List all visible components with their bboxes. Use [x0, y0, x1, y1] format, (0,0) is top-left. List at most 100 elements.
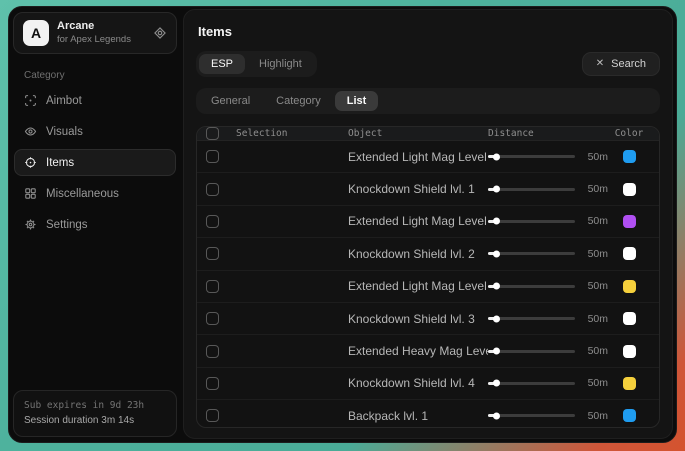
- column-header-selection: Selection: [236, 128, 348, 139]
- toolbar: ESP Highlight ✕ Search: [196, 51, 660, 77]
- color-swatch[interactable]: [623, 280, 636, 293]
- sidebar-item-label: Miscellaneous: [46, 188, 119, 200]
- color-cell: [608, 150, 650, 163]
- table-row: Extended Light Mag Level 2 50m: [197, 141, 659, 173]
- color-swatch[interactable]: [623, 183, 636, 196]
- distance-slider[interactable]: [488, 285, 575, 288]
- distance-slider[interactable]: [488, 382, 575, 385]
- color-cell: [608, 377, 650, 390]
- table-row: Extended Light Mag Level 4 50m: [197, 271, 659, 303]
- slider-thumb[interactable]: [493, 250, 500, 257]
- row-checkbox[interactable]: [206, 312, 219, 325]
- color-cell: [608, 312, 650, 325]
- row-checkbox[interactable]: [206, 215, 219, 228]
- column-header-distance: Distance: [488, 128, 608, 139]
- app-subtitle: for Apex Legends: [57, 34, 131, 46]
- aimbot-icon: [24, 94, 37, 107]
- color-swatch[interactable]: [623, 247, 636, 260]
- distance-cell: 50m: [488, 248, 608, 260]
- color-swatch[interactable]: [623, 312, 636, 325]
- distance-cell: 50m: [488, 377, 608, 389]
- row-checkbox[interactable]: [206, 150, 219, 163]
- table-row: Extended Heavy Mag Level 1 50m: [197, 335, 659, 367]
- table-row: Knockdown Shield lvl. 4 50m: [197, 368, 659, 400]
- tab-category[interactable]: Category: [264, 91, 333, 111]
- distance-slider[interactable]: [488, 188, 575, 191]
- table-row: Knockdown Shield lvl. 1 50m: [197, 173, 659, 205]
- sidebar-item-aimbot[interactable]: Aimbot: [14, 87, 176, 114]
- color-cell: [608, 215, 650, 228]
- color-swatch[interactable]: [623, 409, 636, 422]
- slider-thumb[interactable]: [493, 315, 500, 322]
- slider-thumb[interactable]: [493, 348, 500, 355]
- items-icon: [24, 156, 37, 169]
- mode-tabs: ESP Highlight: [196, 51, 317, 77]
- category-label: Category: [24, 70, 178, 81]
- sidebar-item-visuals[interactable]: Visuals: [14, 118, 176, 145]
- distance-slider[interactable]: [488, 220, 575, 223]
- slider-thumb[interactable]: [493, 412, 500, 419]
- tab-list[interactable]: List: [335, 91, 379, 111]
- color-cell: [608, 409, 650, 422]
- sidebar-nav: Aimbot Visuals: [12, 87, 178, 238]
- column-header-color: Color: [608, 128, 650, 139]
- distance-value: 50m: [584, 345, 608, 357]
- row-checkbox[interactable]: [206, 409, 219, 422]
- row-checkbox[interactable]: [206, 280, 219, 293]
- distance-value: 50m: [584, 280, 608, 292]
- slider-thumb[interactable]: [493, 283, 500, 290]
- app-logo: A: [23, 20, 49, 46]
- color-swatch[interactable]: [623, 215, 636, 228]
- color-swatch[interactable]: [623, 150, 636, 163]
- slider-thumb[interactable]: [493, 186, 500, 193]
- distance-cell: 50m: [488, 215, 608, 227]
- items-table: Selection Object Distance Color Extended…: [196, 126, 660, 428]
- column-header-object: Object: [348, 128, 488, 139]
- slider-thumb[interactable]: [493, 380, 500, 387]
- object-name: Backpack lvl. 1: [348, 409, 488, 423]
- view-tabs: General Category List: [196, 88, 660, 114]
- row-checkbox[interactable]: [206, 183, 219, 196]
- distance-slider[interactable]: [488, 414, 575, 417]
- sub-expiry-text: Sub expires in 9d 23h: [24, 399, 166, 413]
- color-swatch[interactable]: [623, 345, 636, 358]
- slider-thumb[interactable]: [493, 153, 500, 160]
- distance-cell: 50m: [488, 183, 608, 195]
- main-panel: Items ESP Highlight ✕ Search General Cat…: [183, 9, 673, 439]
- object-name: Extended Light Mag Level 3: [348, 214, 488, 228]
- distance-cell: 50m: [488, 410, 608, 422]
- select-all-checkbox[interactable]: [206, 127, 219, 140]
- object-name: Knockdown Shield lvl. 4: [348, 376, 488, 390]
- distance-slider[interactable]: [488, 317, 575, 320]
- tab-highlight[interactable]: Highlight: [247, 54, 314, 74]
- settings-icon: [24, 218, 37, 231]
- search-icon: ✕: [596, 59, 604, 69]
- distance-slider[interactable]: [488, 350, 575, 353]
- tab-general[interactable]: General: [199, 91, 262, 111]
- search-button-label: Search: [611, 58, 646, 70]
- color-cell: [608, 247, 650, 260]
- sidebar-item-label: Aimbot: [46, 95, 82, 107]
- table-row: Backpack lvl. 1 50m: [197, 400, 659, 428]
- distance-slider[interactable]: [488, 155, 575, 158]
- sidebar-item-miscellaneous[interactable]: Miscellaneous: [14, 180, 176, 207]
- distance-value: 50m: [584, 377, 608, 389]
- diamond-badge-icon[interactable]: [153, 26, 167, 40]
- color-swatch[interactable]: [623, 377, 636, 390]
- row-checkbox[interactable]: [206, 377, 219, 390]
- subscription-info-box: Sub expires in 9d 23h Session duration 3…: [13, 390, 177, 437]
- slider-thumb[interactable]: [493, 218, 500, 225]
- distance-cell: 50m: [488, 280, 608, 292]
- visuals-icon: [24, 125, 37, 138]
- search-button[interactable]: ✕ Search: [582, 52, 660, 76]
- table-header: Selection Object Distance Color: [197, 127, 659, 141]
- sidebar-item-label: Visuals: [46, 126, 83, 138]
- sidebar-item-settings[interactable]: Settings: [14, 211, 176, 238]
- sidebar-item-items[interactable]: Items: [14, 149, 176, 176]
- tab-esp[interactable]: ESP: [199, 54, 245, 74]
- distance-value: 50m: [584, 183, 608, 195]
- row-checkbox[interactable]: [206, 345, 219, 358]
- row-checkbox[interactable]: [206, 247, 219, 260]
- distance-slider[interactable]: [488, 252, 575, 255]
- distance-value: 50m: [584, 313, 608, 325]
